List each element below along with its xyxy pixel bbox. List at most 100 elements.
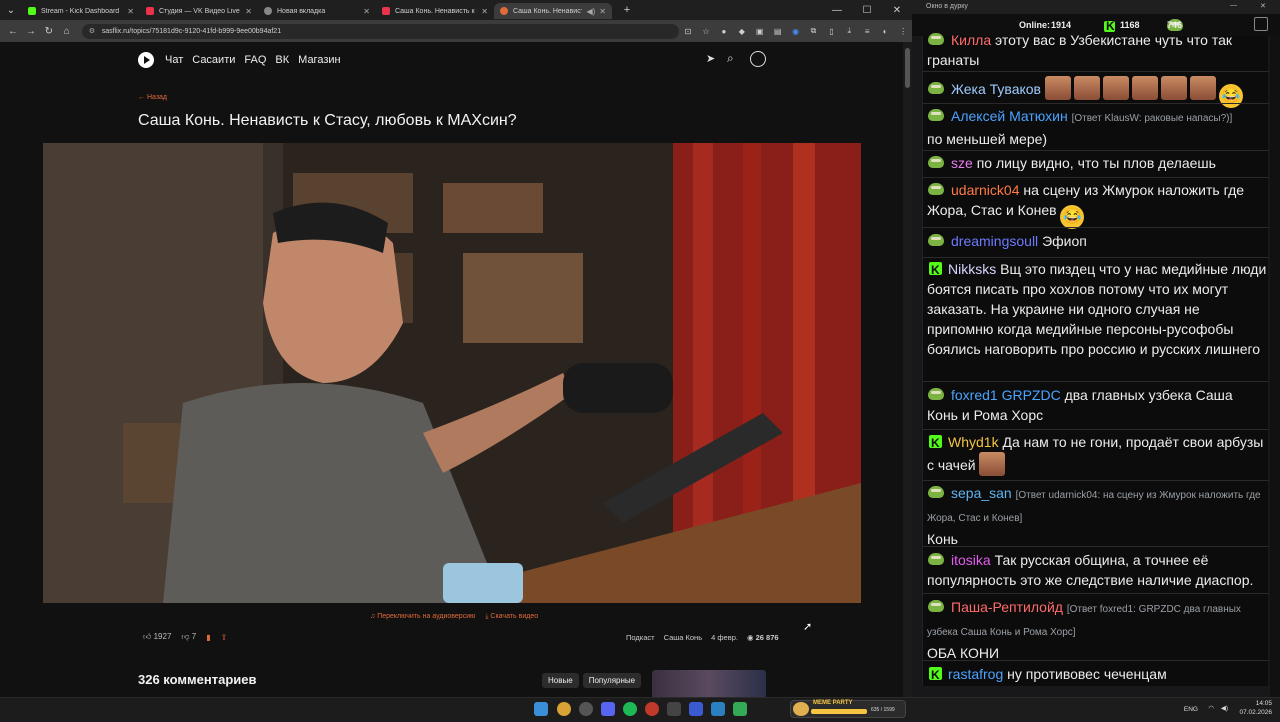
sort-popular-button[interactable]: Популярные	[582, 673, 642, 688]
related-thumbnail[interactable]	[652, 670, 766, 697]
search-icon[interactable]: ⌕	[727, 51, 734, 66]
nav-chat[interactable]: Чат	[165, 54, 183, 66]
tab-kick-dashboard[interactable]: Stream - Kick Dashboard ✕	[22, 3, 140, 19]
chat-username[interactable]: sepa_san	[951, 485, 1012, 501]
vk-favicon-icon	[146, 7, 154, 15]
menu-icon[interactable]: ⋮	[894, 27, 912, 36]
close-tab-icon[interactable]: ✕	[599, 7, 606, 16]
reading-list-icon[interactable]: ≡	[858, 27, 876, 36]
tab-title: Саша Конь. Ненависть к С	[513, 7, 582, 15]
chat-username[interactable]: Whyd1k	[948, 434, 999, 450]
tag-guest[interactable]: Саша Конь	[664, 633, 703, 642]
audio-version-link[interactable]: ♫ Переключить на аудиоверсию	[370, 613, 475, 621]
install-icon[interactable]: ⊡	[679, 27, 697, 36]
chat-username[interactable]: sze	[951, 155, 973, 171]
home-icon[interactable]: ⌂	[58, 26, 76, 37]
tab-new[interactable]: Новая вкладка ✕	[258, 3, 376, 19]
chat-username-2[interactable]: GRPZDC	[1002, 387, 1061, 403]
minimize-icon[interactable]: —	[1230, 2, 1237, 9]
nav-vk[interactable]: ВК	[275, 54, 289, 66]
side-panel-icon[interactable]: ▯	[822, 27, 840, 36]
extension-icon[interactable]: ◆	[733, 27, 751, 36]
clock-time[interactable]: 14:05	[1256, 700, 1272, 708]
close-tab-icon[interactable]: ✕	[481, 7, 488, 16]
chat-settings-icon[interactable]	[1254, 17, 1268, 31]
speaker-icon[interactable]: ◀)	[586, 7, 595, 16]
tab-vk-studio[interactable]: Студия — VK Видео Live ✕	[140, 3, 258, 19]
address-bar[interactable]: ⚙ sasflix.ru/topics/75181d9c-9120-41fd-b…	[81, 23, 680, 39]
scroll-thumb[interactable]	[905, 48, 910, 88]
forward-icon[interactable]: →	[22, 26, 40, 37]
chat-username[interactable]: udarnick04	[951, 182, 1020, 198]
views-count: ◉ 26 876	[746, 633, 779, 642]
nav-sasaiti[interactable]: Сасаити	[192, 54, 235, 66]
app-icon[interactable]	[667, 702, 681, 716]
nav-shop[interactable]: Магазин	[298, 54, 340, 66]
sort-new-button[interactable]: Новые	[542, 673, 579, 688]
extension-icon[interactable]: ◉	[787, 27, 805, 36]
extension-icon[interactable]: ▤	[769, 27, 787, 36]
back-link[interactable]: ← Назад	[138, 94, 167, 101]
wifi-icon[interactable]: ◠	[1208, 705, 1214, 713]
chat-username[interactable]: Nikksks	[948, 261, 996, 277]
tag-podcast[interactable]: Подкаст	[626, 633, 655, 642]
dislike-button[interactable]: 👎︎ 7	[181, 632, 196, 642]
profile-icon[interactable]: ◐	[876, 27, 894, 36]
new-tab-button[interactable]: +	[618, 4, 636, 16]
chrome-icon[interactable]	[557, 702, 571, 716]
close-window-icon[interactable]: ✕	[882, 5, 912, 16]
close-window-icon[interactable]: ✕	[1260, 2, 1266, 10]
obs-icon[interactable]	[579, 702, 593, 716]
chat-username[interactable]: dreamingsoull	[951, 233, 1038, 249]
download-video-link[interactable]: ⤓ Скачать видео	[485, 613, 538, 621]
bookmark-star-icon[interactable]: ☆	[697, 27, 715, 36]
app-icon[interactable]	[733, 702, 747, 716]
tab-sasflix-1[interactable]: Саша Конь. Ненависть к Стасу ✕	[376, 3, 494, 19]
tab-sasflix-active[interactable]: Саша Конь. Ненависть к С ◀) ✕	[494, 3, 612, 19]
sasflix-logo-icon[interactable]	[138, 52, 154, 68]
like-button[interactable]: 👍︎ 1927	[143, 632, 171, 642]
chat-username[interactable]: itosika	[951, 552, 991, 568]
chat-scrollbar[interactable]	[1270, 36, 1280, 697]
close-tab-icon[interactable]: ✕	[363, 7, 370, 16]
bookmark-icon[interactable]: ▮	[206, 633, 210, 642]
extensions-puzzle-icon[interactable]: ⧉	[805, 26, 823, 36]
share-icon[interactable]: ⇪	[221, 633, 228, 642]
chat-username[interactable]: Паша-Рептилойд	[951, 599, 1063, 615]
chat-username[interactable]: Алексей Матюхин	[951, 108, 1068, 124]
page-scrollbar[interactable]	[903, 42, 912, 697]
close-tab-icon[interactable]: ✕	[127, 7, 134, 16]
chat-message: sze по лицу видно, что ты плов делаешь	[927, 153, 1267, 173]
app-icon[interactable]	[711, 702, 725, 716]
chat-username[interactable]: foxred1	[951, 387, 998, 403]
chat-username[interactable]: rastafrog	[948, 666, 1003, 682]
spotify-icon[interactable]	[623, 702, 637, 716]
volume-icon[interactable]: ◀)	[1221, 705, 1228, 713]
discord-icon[interactable]	[601, 702, 615, 716]
app-icon[interactable]	[645, 702, 659, 716]
extension-icon[interactable]: ▣	[751, 27, 769, 36]
download-icon[interactable]: ⤓	[840, 26, 858, 36]
media-widget[interactable]: MEME PARTY 635 / 1599	[790, 700, 906, 718]
pepe-badge-icon	[927, 109, 945, 122]
nav-faq[interactable]: FAQ	[244, 54, 266, 66]
telegram-icon[interactable]: ➤	[706, 52, 715, 65]
tab-search-icon[interactable]: ⌄	[0, 5, 22, 16]
back-icon[interactable]: ←	[4, 26, 22, 37]
video-player[interactable]	[43, 143, 861, 603]
chat-username[interactable]: Жека Туваков	[951, 81, 1041, 97]
site-info-icon[interactable]: ⚙	[89, 27, 95, 35]
language-indicator[interactable]: ENG	[1184, 706, 1198, 714]
close-tab-icon[interactable]: ✕	[245, 7, 252, 16]
user-account-icon[interactable]	[750, 51, 766, 67]
clock-date[interactable]: 07.02.2026	[1239, 709, 1272, 717]
app-icon[interactable]	[689, 702, 703, 716]
start-button-icon[interactable]	[534, 702, 548, 716]
other-viewer-count: 746	[1167, 20, 1183, 30]
chat-message-list[interactable]: Килла этоту вас в Узбекистане чуть что т…	[922, 32, 1269, 686]
chat-username[interactable]: Килла	[951, 32, 991, 48]
extension-icon[interactable]: ●	[715, 27, 733, 36]
maximize-icon[interactable]: ☐	[852, 5, 882, 16]
minimize-icon[interactable]: —	[822, 5, 852, 16]
reload-icon[interactable]: ↻	[40, 26, 58, 37]
